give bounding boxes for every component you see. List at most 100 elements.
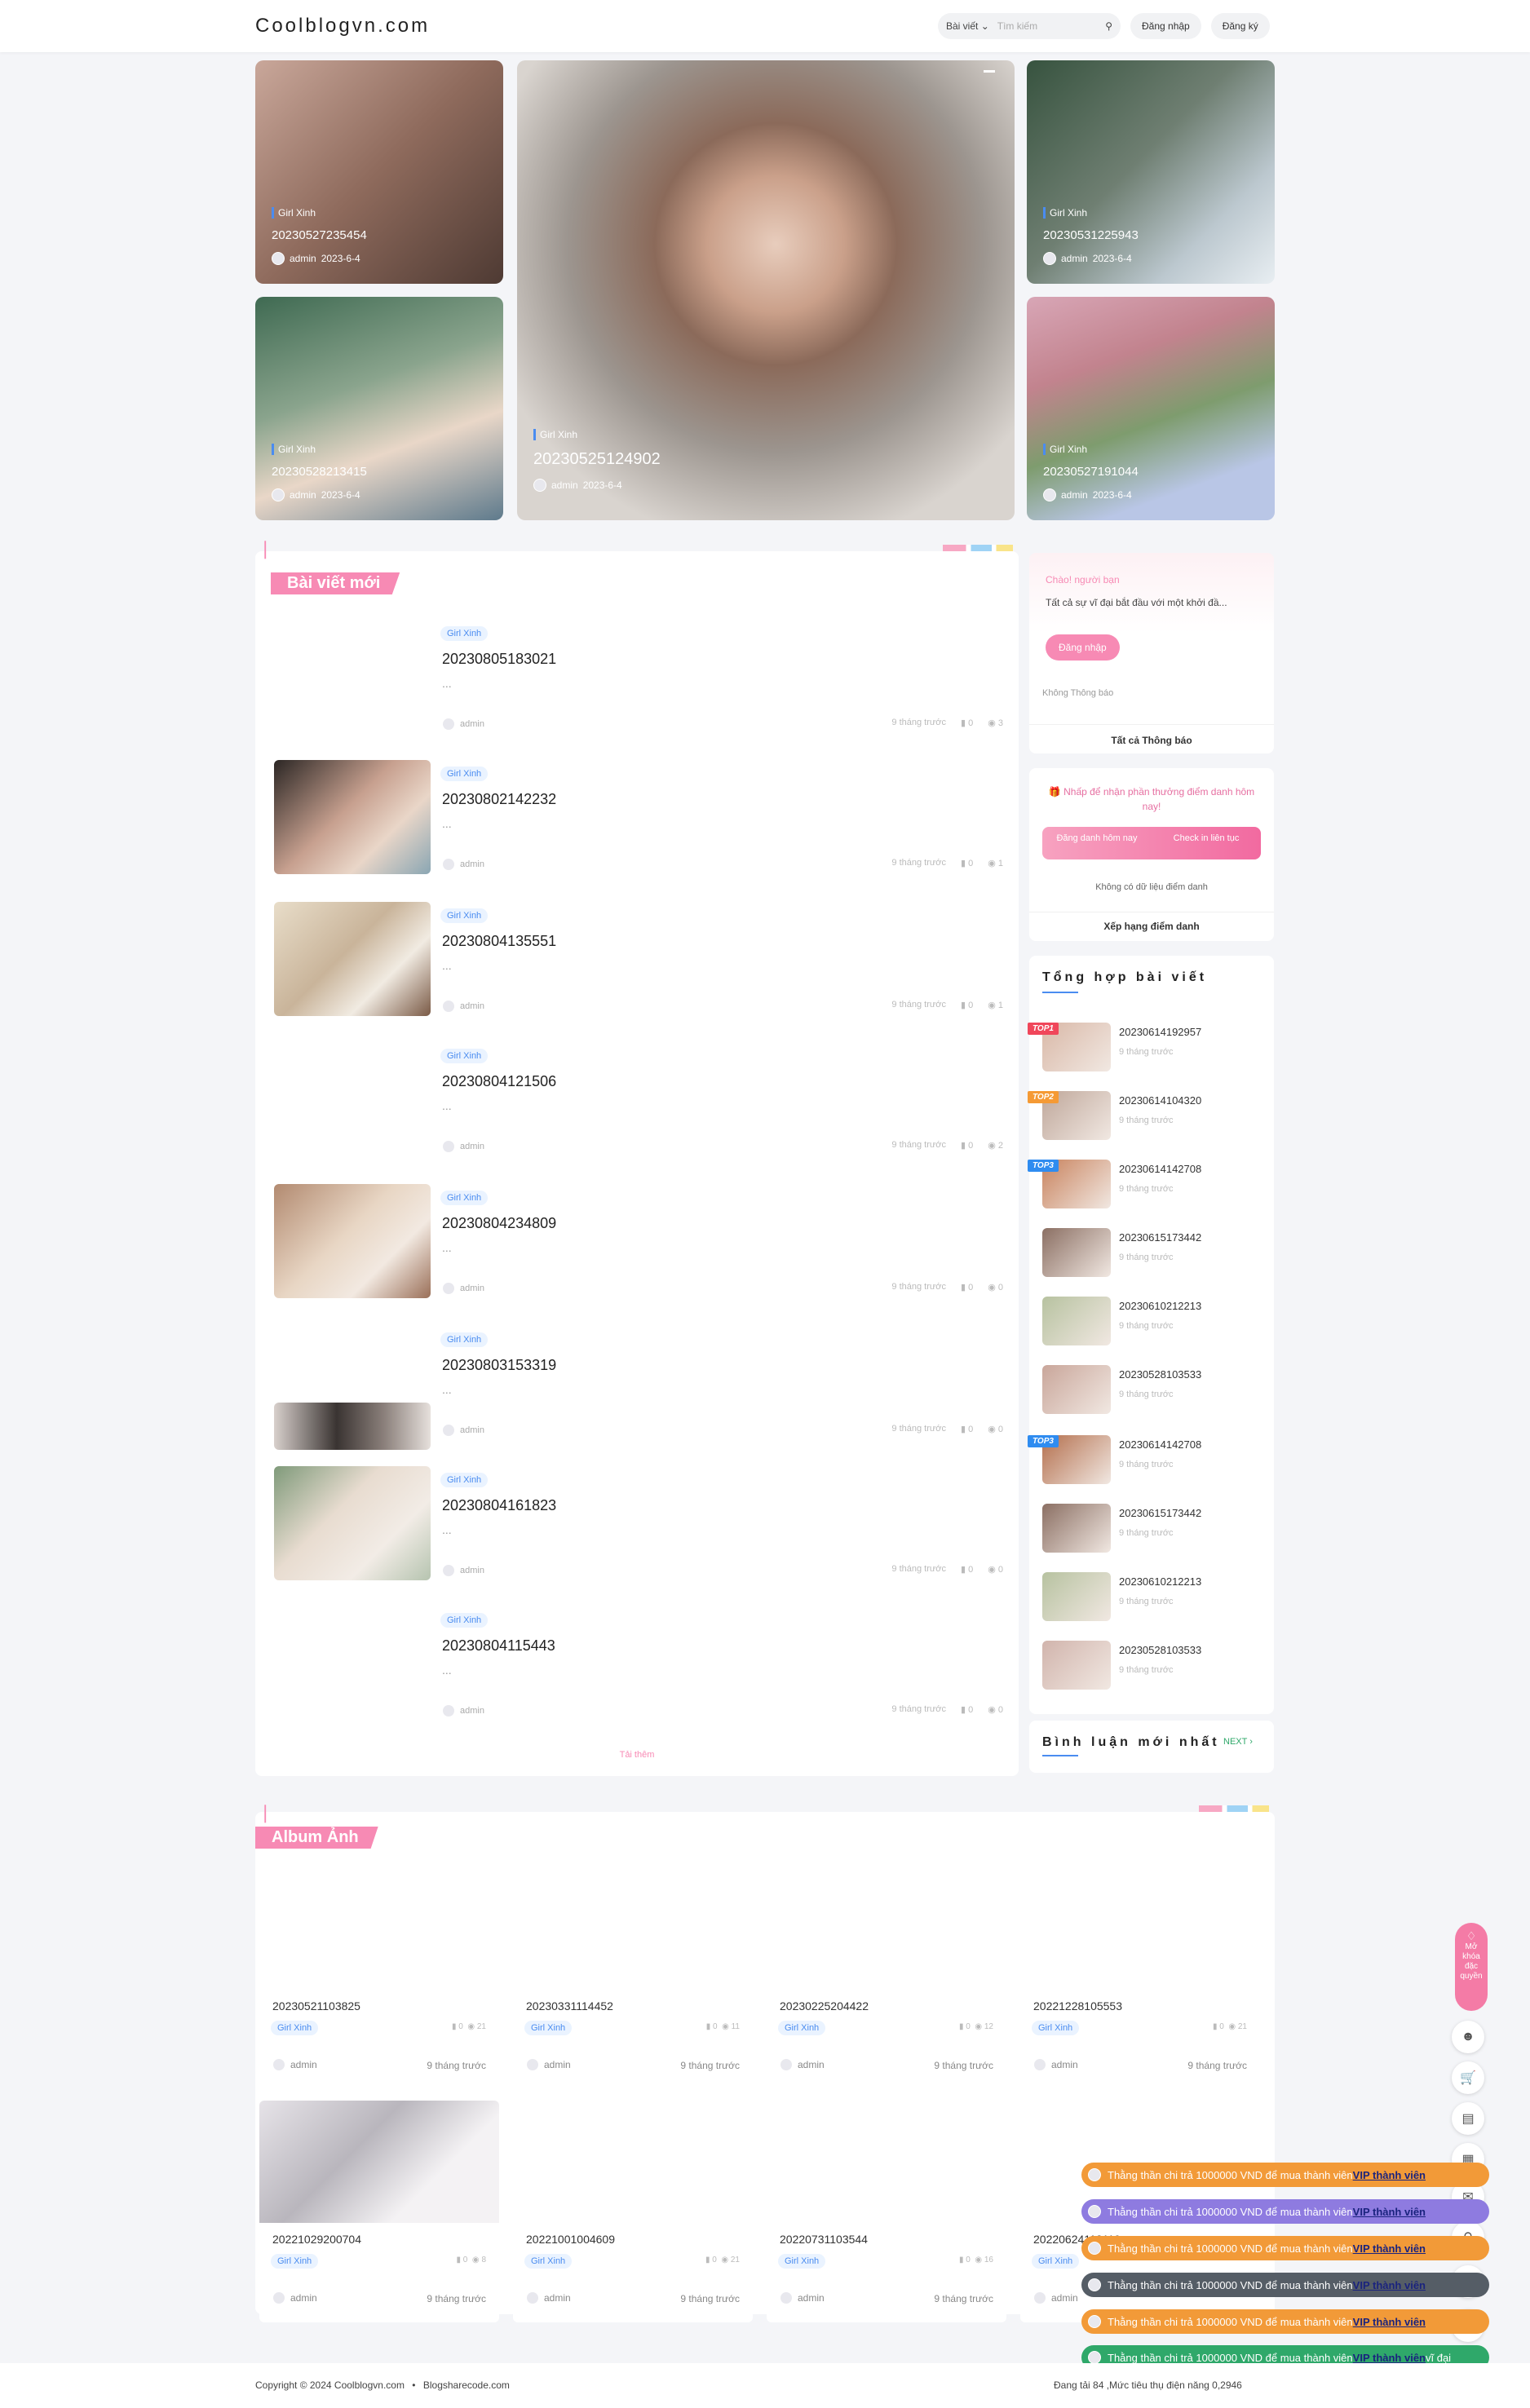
hot-post-item[interactable]: TOP1 20230614192957 9 tháng trước — [1028, 1023, 1272, 1080]
hot-post-item[interactable]: 20230610212213 9 tháng trước — [1028, 1572, 1272, 1629]
post-title[interactable]: 20230802142232 — [442, 791, 556, 808]
album-author[interactable]: admin — [1033, 2058, 1078, 2071]
album-tag[interactable]: Girl Xinh — [778, 2254, 826, 2269]
post-tag[interactable]: Girl Xinh — [440, 1191, 489, 1205]
hot-post-item[interactable]: 20230528103533 9 tháng trước — [1028, 1365, 1272, 1422]
album-thumbnail[interactable] — [767, 1867, 1006, 1990]
hero-card[interactable]: Girl Xinh 20230528213415 admin 2023-6-4 — [255, 297, 503, 520]
post-thumbnail[interactable] — [274, 902, 431, 1016]
hot-post-item[interactable]: 20230610212213 9 tháng trước — [1028, 1297, 1272, 1354]
footer-link[interactable]: Blogsharecode.com — [423, 2379, 510, 2391]
album-author[interactable]: admin — [272, 2058, 317, 2071]
album-author[interactable]: admin — [526, 2058, 571, 2071]
album-title[interactable]: 20230225204422 — [780, 1999, 869, 2013]
post-title[interactable]: 20230804135551 — [442, 933, 556, 950]
album-card[interactable]: 20230225204422 ▮ 0 ◉ 12 Girl Xinh admin 9 th… — [767, 1867, 1006, 2089]
hot-post-item[interactable]: 20230615173442 9 tháng trước — [1028, 1228, 1272, 1285]
hot-post-thumbnail[interactable] — [1042, 1297, 1111, 1345]
hero-title[interactable]: 20230528213415 — [272, 465, 367, 479]
post-title[interactable]: 20230804115443 — [442, 1637, 555, 1655]
hot-post-title[interactable]: 20230610212213 — [1119, 1300, 1201, 1312]
hot-post-thumbnail[interactable] — [1042, 1365, 1111, 1414]
checkin-continuous-button[interactable]: Check in liên tục — [1152, 827, 1261, 859]
search-category-select[interactable]: Bài viết ⌄ — [946, 20, 989, 32]
search-box[interactable]: Bài viết ⌄ Tìm kiếm ⚲ — [938, 13, 1121, 39]
post-author[interactable]: admin — [442, 1424, 484, 1437]
album-author[interactable]: admin — [780, 2291, 825, 2304]
hot-post-title[interactable]: 20230614142708 — [1119, 1438, 1201, 1451]
post-tag[interactable]: Girl Xinh — [440, 1049, 489, 1063]
post-tag[interactable]: Girl Xinh — [440, 1613, 489, 1628]
hero-title[interactable]: 20230531225943 — [1043, 228, 1139, 242]
hot-post-thumbnail[interactable] — [1042, 1572, 1111, 1621]
album-tag[interactable]: Girl Xinh — [271, 2254, 319, 2269]
hot-post-item[interactable]: 20230615173442 9 tháng trước — [1028, 1504, 1272, 1561]
ticket-icon[interactable]: ▤ — [1452, 2102, 1484, 2135]
album-thumbnail[interactable] — [513, 2101, 753, 2223]
post-thumbnail[interactable] — [274, 1466, 431, 1580]
album-title[interactable]: 20220731103544 — [780, 2233, 868, 2246]
user-icon[interactable]: ☻ — [1452, 2021, 1484, 2053]
album-title[interactable]: 20221029200704 — [272, 2233, 361, 2246]
hero-title[interactable]: 20230527191044 — [1043, 465, 1139, 479]
hero-title[interactable]: 20230525124902 — [533, 450, 661, 469]
post-tag[interactable]: Girl Xinh — [440, 908, 489, 923]
post-tag[interactable]: Girl Xinh — [440, 1473, 489, 1487]
hot-post-thumbnail[interactable] — [1042, 1228, 1111, 1277]
post-thumbnail[interactable] — [274, 760, 431, 874]
album-card[interactable]: 20221001004609 ▮ 0 ◉ 21 Girl Xinh admin 9 th… — [513, 2101, 753, 2322]
hot-post-title[interactable]: 20230614104320 — [1119, 1094, 1201, 1107]
load-more-button[interactable]: Tải thêm — [255, 1750, 1019, 1760]
checkin-ranking-link[interactable]: Xếp hạng điểm danh — [1029, 912, 1274, 932]
post-card[interactable]: Girl Xinh 20230804135551... admin 9 tháng t… — [258, 886, 1016, 1016]
hot-post-title[interactable]: 20230528103533 — [1119, 1644, 1201, 1656]
hot-post-title[interactable]: 20230614192957 — [1119, 1026, 1201, 1038]
hot-post-item[interactable]: TOP3 20230614142708 9 tháng trước — [1028, 1435, 1272, 1492]
post-tag[interactable]: Girl Xinh — [440, 767, 489, 781]
vip-unlock-badge[interactable]: ♢ Mở khóa đặc quyền — [1455, 1923, 1488, 2011]
register-button[interactable]: Đăng ký — [1210, 13, 1270, 39]
post-author[interactable]: admin — [442, 1564, 484, 1577]
album-author[interactable]: admin — [526, 2291, 571, 2304]
album-title[interactable]: 20230331114452 — [526, 1999, 613, 2013]
hot-post-title[interactable]: 20230615173442 — [1119, 1231, 1201, 1244]
post-title[interactable]: 20230804121506 — [442, 1073, 556, 1090]
post-tag[interactable]: Girl Xinh — [440, 1332, 489, 1347]
post-thumbnail[interactable] — [274, 1184, 431, 1298]
album-tag[interactable]: Girl Xinh — [1032, 2254, 1080, 2269]
post-card[interactable]: Girl Xinh 20230804121506... admin 9 tháng t… — [258, 1026, 1016, 1156]
post-author[interactable]: admin — [442, 1704, 484, 1717]
post-title[interactable]: 20230805183021 — [442, 651, 556, 668]
album-tag[interactable]: Girl Xinh — [524, 2254, 573, 2269]
album-author[interactable]: admin — [1033, 2291, 1078, 2304]
post-author[interactable]: admin — [442, 718, 484, 731]
site-logo[interactable]: Coolblogvn.com — [255, 15, 430, 38]
hero-card[interactable]: Girl Xinh 20230531225943 admin 2023-6-4 — [1027, 60, 1275, 284]
album-card[interactable]: 20230521103825 ▮ 0 ◉ 21 Girl Xinh admin 9 th… — [259, 1867, 499, 2089]
hot-post-thumbnail[interactable] — [1042, 1504, 1111, 1553]
slideshow-indicator[interactable] — [984, 70, 995, 73]
post-thumbnail[interactable] — [274, 1403, 431, 1450]
login-button[interactable]: Đăng nhập — [1130, 13, 1201, 39]
hero-card[interactable]: Girl Xinh 20230527191044 admin 2023-6-4 — [1027, 297, 1275, 520]
hot-post-thumbnail[interactable] — [1042, 1641, 1111, 1690]
post-card[interactable]: Girl Xinh 20230803153319... admin 9 tháng t… — [258, 1310, 1016, 1450]
album-title[interactable]: 20230521103825 — [272, 1999, 360, 2013]
album-thumbnail[interactable] — [767, 2101, 1006, 2223]
album-tag[interactable]: Girl Xinh — [778, 2021, 826, 2035]
post-card[interactable]: Girl Xinh 20230802142232... admin 9 tháng t… — [258, 744, 1016, 874]
album-title[interactable]: 20221228105553 — [1033, 1999, 1122, 2013]
hot-post-item[interactable]: TOP3 20230614142708 9 tháng trước — [1028, 1160, 1272, 1217]
post-tag[interactable]: Girl Xinh — [440, 626, 489, 641]
hot-post-item[interactable]: TOP2 20230614104320 9 tháng trước — [1028, 1091, 1272, 1148]
checkin-today-button[interactable]: Đăng danh hôm nay — [1042, 827, 1152, 859]
post-title[interactable]: 20230803153319 — [442, 1357, 556, 1374]
post-author[interactable]: admin — [442, 1000, 484, 1013]
post-author[interactable]: admin — [442, 1282, 484, 1295]
album-author[interactable]: admin — [272, 2291, 317, 2304]
album-tag[interactable]: Girl Xinh — [524, 2021, 573, 2035]
hero-category[interactable]: Girl Xinh — [1043, 444, 1139, 455]
hero-category[interactable]: Girl Xinh — [1043, 207, 1139, 219]
hero-card[interactable]: Girl Xinh 20230527235454 admin 2023-6-4 — [255, 60, 503, 284]
next-button[interactable]: NEXT › — [1223, 1737, 1253, 1747]
